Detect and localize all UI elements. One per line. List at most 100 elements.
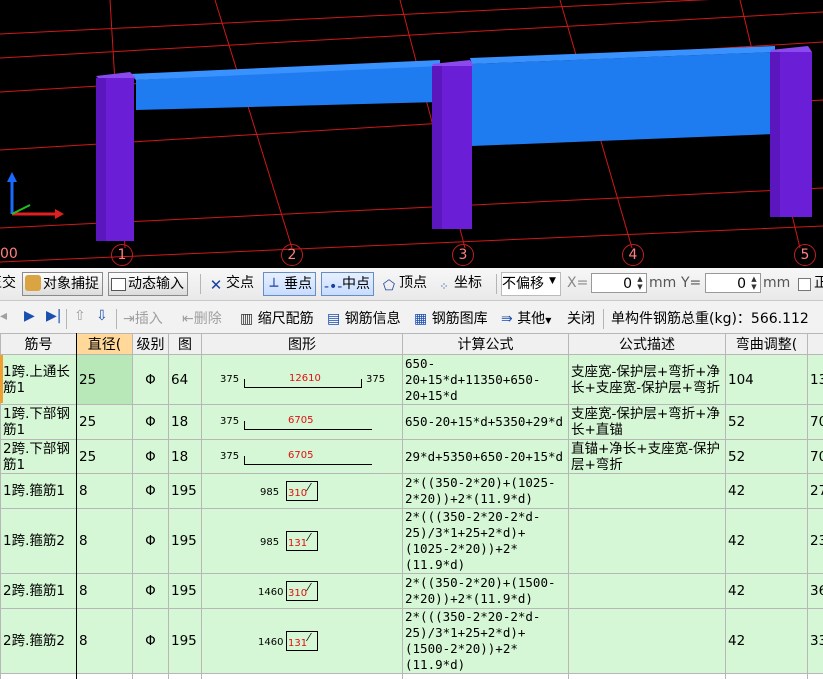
cell-description[interactable] — [568, 573, 726, 609]
cell-shape[interactable]: 375 6705 — [201, 439, 403, 474]
cell-description[interactable] — [568, 608, 726, 674]
last-record-icon[interactable]: ▶| — [46, 308, 61, 324]
table-row[interactable]: 1跨.下部钢筋1 25 Φ 18 375 6705 650-20+15*d+5350+29*… — [0, 404, 823, 440]
cell-bar-no[interactable]: 1跨.上通长筋1 — [0, 354, 77, 405]
cell-shape[interactable]: 1460 131 ⁄ — [201, 608, 403, 674]
cell-diameter[interactable]: 8 — [76, 573, 133, 609]
chevron-down-icon[interactable]: ▼ — [549, 276, 556, 286]
close-button[interactable]: 关闭 — [567, 308, 595, 328]
empty-cell[interactable] — [201, 673, 403, 679]
cell-figure[interactable]: 64 — [168, 354, 202, 405]
cell-shape[interactable]: 375 6705 — [201, 404, 403, 440]
col-header-formula[interactable]: 计算公式 — [402, 333, 569, 355]
cell-description[interactable]: 直锚+净长+支座宽-保护层+弯折 — [568, 439, 726, 474]
cell-description[interactable]: 支座宽-保护层+弯折+净长+支座宽-保护层+弯折 — [568, 354, 726, 405]
x-spinner[interactable]: ▲ ▼ — [635, 275, 645, 291]
cell-figure[interactable]: 195 — [168, 508, 202, 574]
y-spinner[interactable]: ▲ ▼ — [749, 275, 759, 291]
cell-grade[interactable]: Φ — [132, 439, 169, 474]
cell-diameter[interactable]: 8 — [76, 473, 133, 509]
empty-cell[interactable] — [76, 673, 133, 679]
intersection-snap[interactable]: ✕ 交点 — [208, 272, 254, 294]
table-row[interactable]: 1跨.上通长筋1 25 Φ 64 375 375 12610 650-20+15*d+1135… — [0, 354, 823, 405]
cell-description[interactable]: 支座宽-保护层+弯折+净长+直锚 — [568, 404, 726, 440]
move-down-icon[interactable]: ⇩ — [96, 308, 108, 324]
perpendicular-snap[interactable]: ┴ 垂点 — [263, 272, 316, 296]
first-record-icon[interactable]: ◂ — [0, 308, 7, 324]
midpoint-snap[interactable]: -•-中点 — [321, 272, 374, 296]
cell-diameter[interactable]: 8 — [76, 508, 133, 574]
col-header-diameter[interactable]: 直径( — [76, 333, 133, 355]
delete-button[interactable]: ⇤删除 — [182, 308, 222, 328]
cell-bar-no[interactable]: 2跨.箍筋2 — [0, 608, 77, 674]
empty-cell[interactable] — [0, 673, 77, 679]
empty-cell[interactable] — [132, 673, 169, 679]
cell-figure[interactable]: 18 — [168, 439, 202, 474]
cell-grade[interactable]: Φ — [132, 573, 169, 609]
col-header-figure[interactable]: 图 — [168, 333, 202, 355]
cell-formula[interactable]: 29*d+5350+650-20+15*d — [402, 439, 569, 474]
3d-viewport[interactable]: 1 2 3 4 5 00 — [0, 0, 823, 268]
cell-figure[interactable]: 195 — [168, 573, 202, 609]
cell-description[interactable] — [568, 508, 726, 574]
cell-grade[interactable]: Φ — [132, 404, 169, 440]
rebar-library-button[interactable]: ▦ 钢筋图库 — [414, 308, 488, 328]
cell-shape[interactable]: 985 131 ⁄ — [201, 508, 403, 574]
cell-grade[interactable]: Φ — [132, 608, 169, 674]
cell-formula[interactable]: 650-20+15*d+5350+29*d — [402, 404, 569, 440]
cell-bend-adjust[interactable]: 42 — [725, 608, 808, 674]
cell-length[interactable]: 36 — [807, 573, 823, 609]
cell-formula[interactable]: 2*(((350-2*20-2*d-25)/3*1+25+2*d)+(1025-… — [402, 508, 569, 574]
empty-cell[interactable] — [807, 673, 823, 679]
table-row[interactable]: 1跨.箍筋1 8 Φ 195 985 310 ⁄ 2*((350-2*20)+(1025-2*… — [0, 473, 823, 509]
dynamic-input-button[interactable]: 动态输入 — [108, 272, 188, 296]
other-menu-button[interactable]: ⇛ 其他▼ — [501, 308, 551, 328]
table-row-empty[interactable] — [0, 673, 823, 679]
cell-grade[interactable]: Φ — [132, 354, 169, 405]
cell-length[interactable]: 13 — [807, 354, 823, 405]
cell-bend-adjust[interactable]: 104 — [725, 354, 808, 405]
table-row[interactable]: 2跨.箍筋2 8 Φ 195 1460 131 ⁄ 2*(((350-2*20-2*d-25)… — [0, 608, 823, 674]
cell-grade[interactable]: Φ — [132, 473, 169, 509]
y-coordinate-input[interactable]: 0 ▲ ▼ — [705, 273, 761, 293]
cell-diameter[interactable]: 8 — [76, 608, 133, 674]
cell-bar-no[interactable]: 1跨.箍筋2 — [0, 508, 77, 574]
cell-diameter[interactable]: 25 — [76, 404, 133, 440]
cell-length[interactable]: 70 — [807, 404, 823, 440]
cell-bend-adjust[interactable]: 52 — [725, 439, 808, 474]
empty-cell[interactable] — [568, 673, 726, 679]
table-row[interactable]: 2跨.箍筋1 8 Φ 195 1460 310 ⁄ 2*((350-2*20)+(1500-2… — [0, 573, 823, 609]
cell-shape[interactable]: 1460 310 ⁄ — [201, 573, 403, 609]
cell-grade[interactable]: Φ — [132, 508, 169, 574]
cell-formula[interactable]: 2*(((350-2*20-2*d-25)/3*1+25+2*d)+(1500-… — [402, 608, 569, 674]
col-header-shape[interactable]: 图形 — [201, 333, 403, 355]
cell-bend-adjust[interactable]: 42 — [725, 508, 808, 574]
prev-record-icon[interactable]: ▶ — [24, 308, 35, 324]
scale-rebar-button[interactable]: ▥ 缩尺配筋 — [240, 308, 314, 328]
coordinate-snap[interactable]: ⁘ 坐标 — [436, 272, 482, 294]
checkbox[interactable] — [798, 278, 811, 291]
empty-cell[interactable] — [168, 673, 202, 679]
cell-bar-no[interactable]: 1跨.下部钢筋1 — [0, 404, 77, 440]
table-row[interactable]: 1跨.箍筋2 8 Φ 195 985 131 ⁄ 2*(((350-2*20-2*d-25)/… — [0, 508, 823, 574]
cell-bar-no[interactable]: 2跨.箍筋1 — [0, 573, 77, 609]
table-row[interactable]: 2跨.下部钢筋1 25 Φ 18 375 6705 29*d+5350+650-20+15*… — [0, 439, 823, 474]
cell-bend-adjust[interactable]: 42 — [725, 473, 808, 509]
cell-length[interactable]: 33 — [807, 608, 823, 674]
empty-cell[interactable] — [725, 673, 808, 679]
rebar-info-button[interactable]: ▤ 钢筋信息 — [327, 308, 401, 328]
cell-figure[interactable]: 195 — [168, 608, 202, 674]
cell-formula[interactable]: 2*((350-2*20)+(1025-2*20))+2*(11.9*d) — [402, 473, 569, 509]
move-up-icon[interactable]: ⇧ — [74, 308, 86, 324]
col-header-length[interactable]: 长 — [807, 333, 823, 355]
cell-length[interactable]: 23 — [807, 508, 823, 574]
vertex-snap[interactable]: ⬠ 顶点 — [381, 272, 427, 294]
cell-formula[interactable]: 2*((350-2*20)+(1500-2*20))+2*(11.9*d) — [402, 573, 569, 609]
col-header-grade[interactable]: 级别 — [132, 333, 169, 355]
cell-shape[interactable]: 985 310 ⁄ — [201, 473, 403, 509]
col-header-bend-adjust[interactable]: 弯曲调整( — [725, 333, 808, 355]
ortho-button[interactable]: 正交 — [0, 272, 16, 294]
object-snap-button[interactable]: 对象捕捉 — [22, 272, 103, 296]
cell-bend-adjust[interactable]: 52 — [725, 404, 808, 440]
cell-bar-no[interactable]: 1跨.箍筋1 — [0, 473, 77, 509]
